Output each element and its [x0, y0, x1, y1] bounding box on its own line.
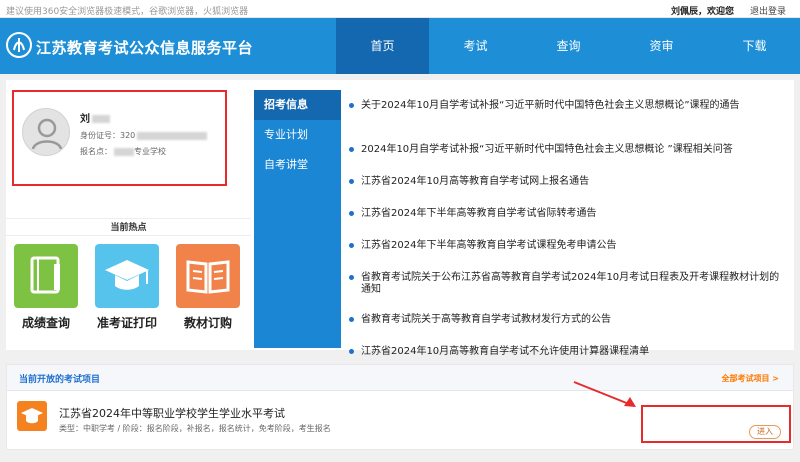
bullet-icon: [349, 211, 354, 216]
masked-text: [92, 115, 110, 123]
info-tabs: 招考信息 专业计划 自考讲堂: [254, 90, 341, 348]
site-header: 江苏教育考试公众信息服务平台 首页 考试 查询 资审 下载: [0, 18, 800, 74]
logout-link[interactable]: 退出登录: [750, 4, 786, 17]
news-item[interactable]: 江苏省2024年下半年高等教育自学考试省际转考通告: [349, 208, 789, 220]
admission-print-tile[interactable]: [95, 244, 159, 308]
avatar: [22, 108, 70, 156]
score-query-tile[interactable]: [14, 244, 78, 308]
tab-lecture[interactable]: 自考讲堂: [254, 150, 341, 180]
all-projects-link[interactable]: 全部考试项目 >: [722, 373, 780, 384]
nav-query[interactable]: 查询: [522, 18, 615, 74]
bullet-icon: [349, 179, 354, 184]
graduation-cap-icon: [21, 408, 43, 424]
projects-header: 当前开放的考试项目 全部考试项目 >: [7, 365, 793, 391]
nav-review[interactable]: 资审: [615, 18, 708, 74]
notebook-icon: [30, 256, 60, 294]
user-id: 身份证号：320: [80, 130, 208, 141]
score-query-label[interactable]: 成绩查询: [1, 314, 91, 331]
bullet-icon: [349, 243, 354, 248]
graduation-cap-icon: [105, 260, 149, 290]
bullet-icon: [349, 275, 354, 280]
hot-section-title: 当前热点: [6, 218, 251, 236]
news-item[interactable]: 2024年10月自学考试补报“习近平新时代中国特色社会主义思想概论 ”课程相关问…: [349, 144, 789, 156]
tab-admission-info[interactable]: 招考信息: [254, 90, 341, 120]
masked-text: [137, 131, 208, 140]
textbook-order-label[interactable]: 教材订购: [163, 314, 253, 331]
main-panel: 刘 身份证号：320 报名点： 专业学校 当前热点 成绩查询 准考证打印 教材订…: [6, 80, 794, 357]
news-item[interactable]: 江苏省2024年下半年高等教育自学考试课程免考申请公告: [349, 240, 789, 252]
annotation-arrow-icon: [573, 381, 636, 407]
bullet-icon: [349, 349, 354, 354]
news-item[interactable]: 省教育考试院关于公布江苏省高等教育自学考试2024年10月考试日程表及开考课程教…: [349, 272, 789, 296]
user-name: 刘: [80, 110, 110, 125]
news-item[interactable]: 省教育考试院关于高等教育自学考试教材发行方式的公告: [349, 314, 789, 326]
news-item[interactable]: 江苏省2024年10月高等教育自学考试网上报名通告: [349, 176, 789, 188]
bullet-icon: [349, 103, 354, 108]
news-item[interactable]: 江苏省2024年10月高等教育自学考试不允许使用计算器课程清单: [349, 346, 789, 358]
textbook-order-tile[interactable]: [176, 244, 240, 308]
site-title: 江苏教育考试公众信息服务平台: [36, 39, 254, 57]
nav-home[interactable]: 首页: [336, 18, 429, 74]
admission-print-label[interactable]: 准考证打印: [82, 314, 172, 331]
open-book-icon: [186, 260, 230, 294]
logo-icon: [6, 32, 32, 58]
nav-exam[interactable]: 考试: [429, 18, 522, 74]
enter-highlight-box: 进入: [641, 405, 791, 443]
bullet-icon: [349, 147, 354, 152]
top-bar: 建议使用360安全浏览器极速模式，谷歌浏览器，火狐浏览器 刘佩辰，欢迎您 退出登…: [0, 0, 800, 18]
exam-meta: 类型：中职学考 / 阶段：报名阶段，补报名，报名统计，免考阶段，考生报名: [59, 424, 331, 433]
user-card: 刘 身份证号：320 报名点： 专业学校: [12, 90, 227, 186]
tab-major-plan[interactable]: 专业计划: [254, 120, 341, 150]
user-site: 报名点： 专业学校: [80, 147, 166, 156]
browser-tip: 建议使用360安全浏览器极速模式，谷歌浏览器，火狐浏览器: [6, 7, 249, 17]
masked-text: [114, 147, 134, 156]
nav-download[interactable]: 下载: [708, 18, 800, 74]
exam-name[interactable]: 江苏省2024年中等职业学校学生学业水平考试: [59, 405, 285, 421]
news-item[interactable]: 关于2024年10月自学考试补报“习近平新时代中国特色社会主义思想概论”课程的通…: [349, 100, 789, 112]
exam-icon: [17, 401, 47, 431]
open-exam-projects: 当前开放的考试项目 全部考试项目 > 江苏省2024年中等职业学校学生学业水平考…: [6, 364, 794, 450]
main-nav: 首页 考试 查询 资审 下载: [336, 18, 800, 74]
enter-button[interactable]: 进入: [749, 425, 781, 439]
welcome-text: 刘佩辰，欢迎您: [670, 7, 734, 17]
bullet-icon: [349, 317, 354, 322]
user-avatar-icon: [31, 118, 63, 150]
projects-title: 当前开放的考试项目: [19, 375, 101, 385]
